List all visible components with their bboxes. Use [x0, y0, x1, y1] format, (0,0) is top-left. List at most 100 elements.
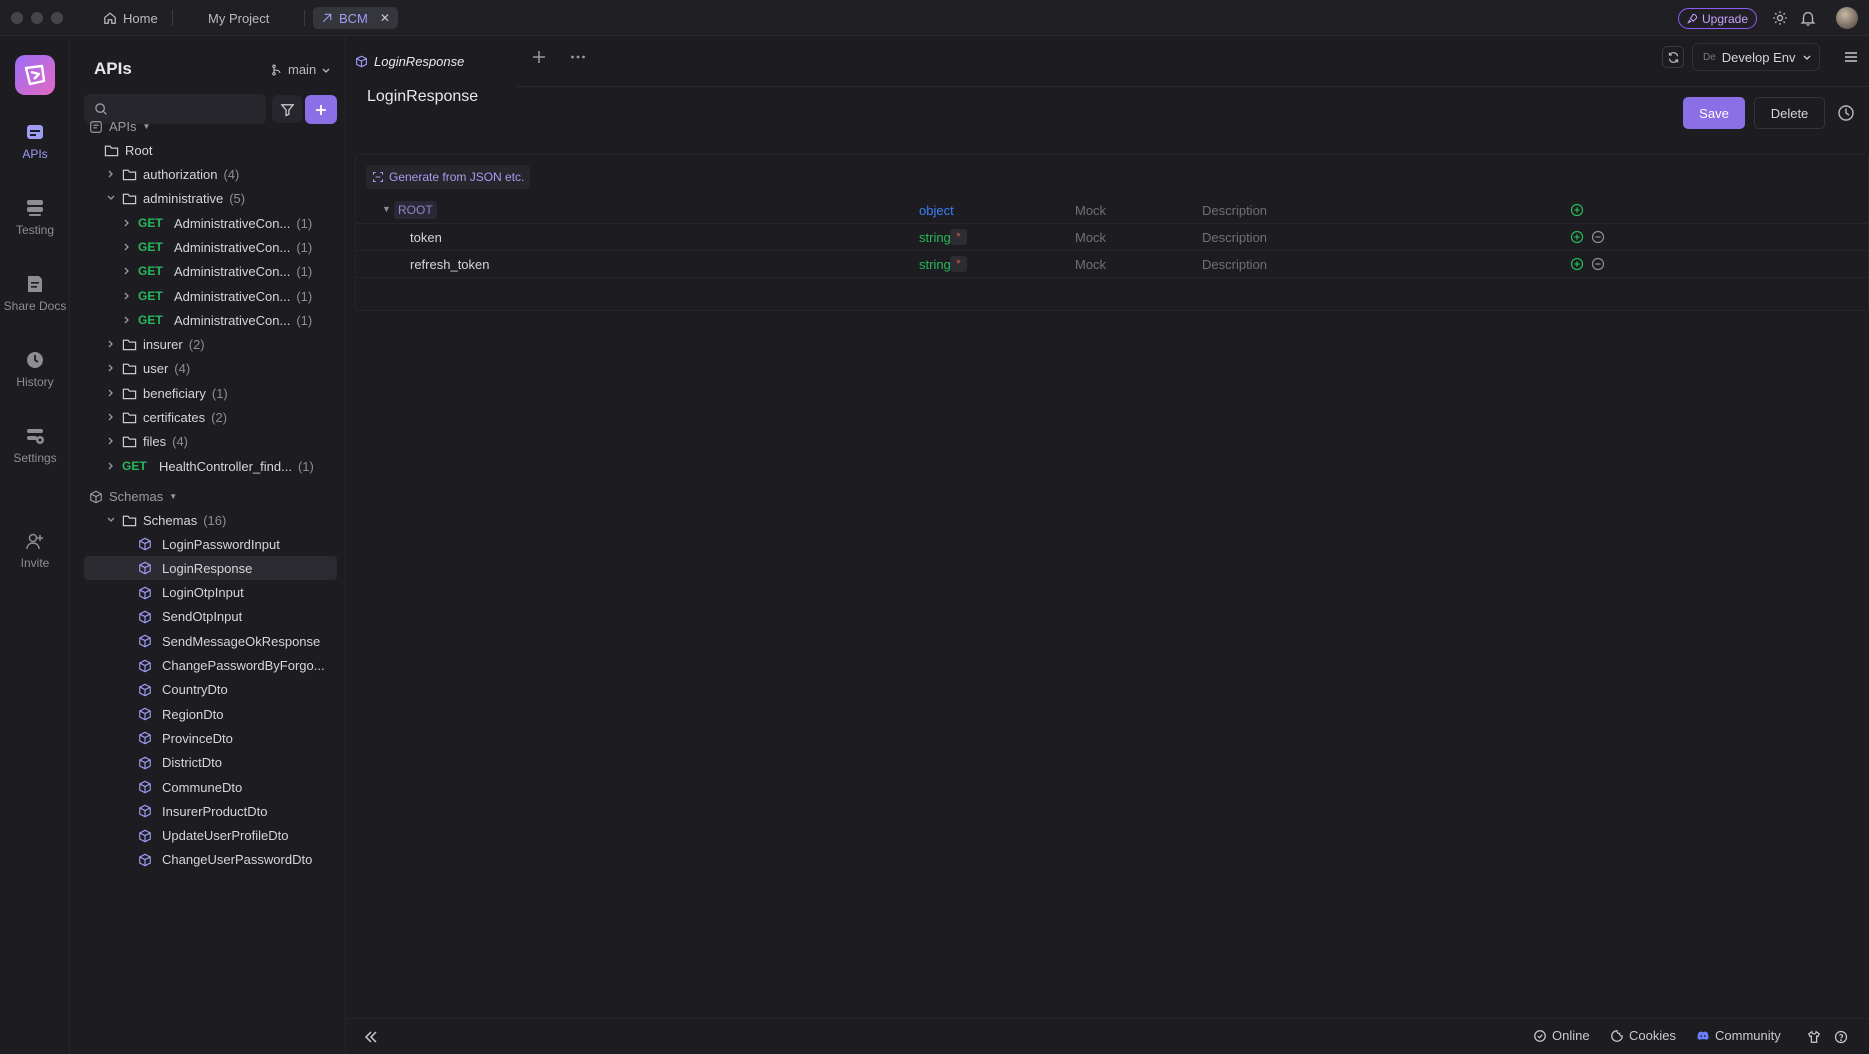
- folder-insurer[interactable]: insurer (2): [104, 332, 205, 356]
- endpoint-item[interactable]: GET AdministrativeCon... (1): [120, 235, 340, 259]
- delete-button[interactable]: Delete: [1754, 97, 1825, 129]
- folder-schemas[interactable]: Schemas (16): [104, 508, 226, 532]
- apis-section-header[interactable]: APIs ▼: [89, 119, 150, 134]
- field-type[interactable]: string: [919, 257, 951, 272]
- endpoint-item[interactable]: GET AdministrativeCon... (1): [120, 211, 340, 235]
- field-mock[interactable]: Mock: [1075, 203, 1106, 218]
- rail-item-share-docs[interactable]: Share Docs: [0, 274, 70, 313]
- schema-item[interactable]: CountryDto: [84, 678, 337, 702]
- rail-item-settings[interactable]: Settings: [0, 426, 70, 465]
- tab-my-project[interactable]: My Project: [208, 7, 269, 29]
- tab-home[interactable]: Home: [103, 7, 158, 29]
- history-icon[interactable]: [1837, 104, 1855, 122]
- folder-label: Schemas: [143, 512, 198, 528]
- schema-item[interactable]: CommuneDto: [84, 775, 337, 799]
- schemas-section-label: Schemas: [109, 489, 164, 504]
- gear-icon[interactable]: [1771, 9, 1789, 27]
- schema-item[interactable]: LoginPasswordInput: [84, 532, 337, 556]
- schema-label: SendMessageOkResponse: [162, 633, 321, 649]
- folder-icon: [104, 145, 119, 156]
- window-close-dot[interactable]: [11, 12, 23, 24]
- tab-bcm[interactable]: BCM ✕: [313, 7, 398, 29]
- bell-icon[interactable]: [1799, 9, 1817, 27]
- save-button[interactable]: Save: [1683, 97, 1745, 129]
- schema-item[interactable]: InsurerProductDto: [84, 799, 337, 823]
- menu-icon[interactable]: [1842, 48, 1860, 66]
- folder-count: (1): [211, 385, 228, 401]
- schema-item[interactable]: ChangePasswordByForgo...: [84, 654, 337, 678]
- schemas-section-header[interactable]: Schemas ▼: [89, 489, 177, 504]
- window-maximize-dot[interactable]: [51, 12, 63, 24]
- field-name[interactable]: token: [410, 230, 442, 245]
- folder-user[interactable]: user (4): [104, 356, 190, 380]
- add-circle-icon[interactable]: [1570, 203, 1584, 217]
- cube-icon: [139, 586, 151, 599]
- environment-selector[interactable]: De Develop Env: [1692, 43, 1820, 71]
- filter-button[interactable]: [272, 95, 302, 123]
- env-label: Develop Env: [1721, 49, 1796, 65]
- tab-login-response[interactable]: LoginResponse: [355, 50, 464, 72]
- schema-field-row[interactable]: token string * Mock Description: [356, 224, 1868, 251]
- avatar[interactable]: [1836, 7, 1858, 29]
- branch-selector[interactable]: main: [271, 62, 331, 77]
- schema-label: ChangePasswordByForgo...: [162, 658, 325, 673]
- rail-item-testing[interactable]: Testing: [0, 198, 70, 237]
- folder-authorization[interactable]: authorization (4): [104, 162, 239, 186]
- collapse-sidebar-icon[interactable]: [363, 1029, 379, 1045]
- field-description[interactable]: Description: [1202, 257, 1267, 272]
- plus-icon[interactable]: [530, 48, 548, 66]
- generate-from-json-button[interactable]: Generate from JSON etc.: [366, 165, 531, 189]
- folder-beneficiary[interactable]: beneficiary (1): [104, 381, 228, 405]
- left-rail: APIs Testing Share Docs History Settings…: [0, 36, 70, 1054]
- schema-item[interactable]: LoginOtpInput: [84, 581, 337, 605]
- online-status[interactable]: Online: [1533, 1028, 1590, 1043]
- community-button[interactable]: Community: [1696, 1028, 1781, 1043]
- endpoint-item[interactable]: GET AdministrativeCon... (1): [120, 259, 340, 283]
- caret-down-icon[interactable]: ▼: [382, 204, 391, 214]
- field-description[interactable]: Description: [1202, 230, 1267, 245]
- more-icon[interactable]: [569, 48, 587, 66]
- tree-root[interactable]: Root: [104, 138, 152, 162]
- schema-item[interactable]: SendOtpInput: [84, 605, 337, 629]
- schema-item[interactable]: LoginResponse: [84, 556, 337, 581]
- help-icon[interactable]: [1834, 1030, 1848, 1044]
- sync-button[interactable]: [1662, 46, 1684, 68]
- field-mock[interactable]: Mock: [1075, 230, 1106, 245]
- cookies-button[interactable]: Cookies: [1610, 1028, 1676, 1043]
- schema-item[interactable]: DistrictDto: [84, 751, 337, 775]
- folder-files[interactable]: files (4): [104, 429, 188, 453]
- rail-item-history[interactable]: History: [0, 350, 70, 389]
- rail-item-apis[interactable]: APIs: [0, 122, 70, 161]
- remove-circle-icon[interactable]: [1591, 257, 1605, 271]
- schema-item[interactable]: ProvinceDto: [84, 726, 337, 750]
- schema-field-row[interactable]: refresh_token string * Mock Description: [356, 251, 1868, 278]
- schema-item[interactable]: RegionDto: [84, 702, 337, 726]
- folder-certificates[interactable]: certificates (2): [104, 405, 227, 429]
- remove-circle-icon[interactable]: [1591, 230, 1605, 244]
- folder-count: (4): [223, 166, 240, 182]
- add-button[interactable]: [305, 95, 337, 124]
- endpoint-item[interactable]: GET AdministrativeCon... (1): [120, 284, 340, 308]
- endpoint-label: HealthController_find...: [159, 458, 292, 474]
- field-type[interactable]: string: [919, 230, 951, 245]
- schema-item[interactable]: ChangeUserPasswordDto: [84, 848, 337, 872]
- required-marker[interactable]: *: [950, 229, 967, 245]
- upgrade-button[interactable]: Upgrade: [1678, 8, 1758, 29]
- schema-item[interactable]: SendMessageOkResponse: [84, 629, 337, 653]
- field-mock[interactable]: Mock: [1075, 257, 1106, 272]
- window-minimize-dot[interactable]: [31, 12, 43, 24]
- shirt-icon[interactable]: [1807, 1030, 1821, 1044]
- required-marker[interactable]: *: [950, 256, 967, 272]
- add-circle-icon[interactable]: [1570, 257, 1584, 271]
- folder-administrative[interactable]: administrative (5): [104, 186, 245, 210]
- schema-item[interactable]: UpdateUserProfileDto: [84, 824, 337, 848]
- rail-item-invite[interactable]: Invite: [0, 531, 70, 570]
- field-name[interactable]: refresh_token: [410, 257, 490, 272]
- field-type[interactable]: object: [919, 203, 954, 218]
- close-tab-icon[interactable]: ✕: [380, 11, 390, 25]
- endpoint-item[interactable]: GET AdministrativeCon... (1): [120, 308, 340, 332]
- schema-field-row[interactable]: ▼ ROOT object Mock Description: [356, 197, 1868, 224]
- add-circle-icon[interactable]: [1570, 230, 1584, 244]
- field-description[interactable]: Description: [1202, 203, 1267, 218]
- endpoint-health[interactable]: GET HealthController_find... (1): [104, 454, 340, 478]
